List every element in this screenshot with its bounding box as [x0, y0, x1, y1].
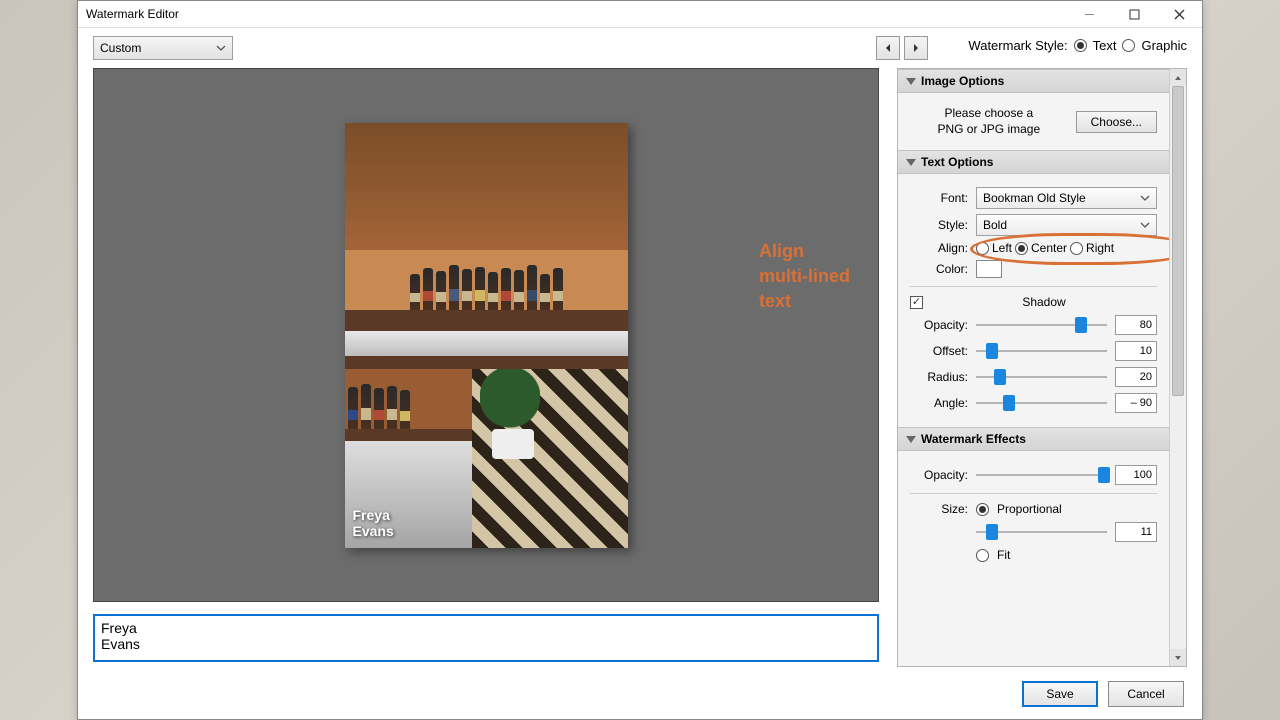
preset-dropdown[interactable]: Custom — [93, 36, 233, 60]
shadow-radius-slider[interactable] — [976, 369, 1107, 385]
size-proportional-label: Proportional — [997, 502, 1062, 516]
wm-opacity-value[interactable]: 100 — [1115, 465, 1157, 485]
size-proportional-radio[interactable] — [976, 503, 989, 516]
left-column: Freya Evans Align multi-lined text — [93, 68, 879, 667]
style-label: Style: — [910, 218, 968, 232]
panel-scrollbar[interactable] — [1169, 69, 1186, 666]
next-image-button[interactable] — [904, 36, 928, 60]
preview-canvas: Freya Evans Align multi-lined text — [93, 68, 879, 602]
dialog-footer: Save Cancel — [78, 671, 1202, 719]
minimize-button[interactable] — [1067, 1, 1112, 28]
size-fit-label: Fit — [997, 548, 1010, 562]
wm-size-value[interactable]: 11 — [1115, 522, 1157, 542]
shadow-opacity-slider[interactable] — [976, 317, 1107, 333]
shadow-radius-label: Radius: — [910, 370, 968, 384]
titlebar: Watermark Editor — [78, 1, 1202, 28]
watermark-style-text-radio[interactable] — [1074, 39, 1087, 52]
chevron-down-icon — [1140, 220, 1150, 230]
size-fit-radio[interactable] — [976, 549, 989, 562]
right-column: Image Options Please choose a PNG or JPG… — [897, 68, 1187, 667]
watermark-text-input[interactable] — [93, 614, 879, 662]
prev-image-button[interactable] — [876, 36, 900, 60]
chevron-down-icon — [1140, 193, 1150, 203]
content-area: Freya Evans Align multi-lined text — [78, 60, 1202, 671]
watermark-style-graphic-radio[interactable] — [1122, 39, 1135, 52]
shadow-angle-label: Angle: — [910, 396, 968, 410]
wm-size-label: Size: — [910, 502, 968, 516]
close-button[interactable] — [1157, 1, 1202, 28]
watermark-style-label: Watermark Style: — [968, 38, 1067, 53]
section-header-image-options[interactable]: Image Options — [898, 69, 1169, 93]
align-center-radio[interactable] — [1015, 242, 1028, 255]
disclosure-triangle-icon — [906, 436, 916, 443]
shadow-checkbox[interactable] — [910, 296, 923, 309]
align-left-radio[interactable] — [976, 242, 989, 255]
maximize-button[interactable] — [1112, 1, 1157, 28]
preview-photo: Freya Evans — [345, 123, 628, 548]
options-panel: Image Options Please choose a PNG or JPG… — [897, 68, 1187, 667]
preset-value: Custom — [100, 41, 141, 55]
shadow-offset-label: Offset: — [910, 344, 968, 358]
section-header-watermark-effects[interactable]: Watermark Effects — [898, 427, 1169, 451]
align-left-label: Left — [992, 241, 1012, 255]
wm-opacity-slider[interactable] — [976, 467, 1107, 483]
watermark-overlay-text: Freya Evans — [353, 507, 394, 539]
chevron-down-icon — [216, 43, 226, 53]
shadow-angle-value[interactable]: – 90 — [1115, 393, 1157, 413]
scroll-down-button[interactable] — [1170, 649, 1186, 666]
shadow-radius-value[interactable]: 20 — [1115, 367, 1157, 387]
scroll-up-button[interactable] — [1170, 69, 1186, 86]
scroll-thumb[interactable] — [1172, 86, 1184, 396]
font-style-dropdown[interactable]: Bold — [976, 214, 1157, 236]
options-panel-scroll: Image Options Please choose a PNG or JPG… — [898, 69, 1169, 666]
window-title: Watermark Editor — [86, 7, 1067, 21]
shadow-offset-slider[interactable] — [976, 343, 1107, 359]
shadow-angle-slider[interactable] — [976, 395, 1107, 411]
shadow-opacity-label: Opacity: — [910, 318, 968, 332]
cancel-button[interactable]: Cancel — [1108, 681, 1184, 707]
font-dropdown[interactable]: Bookman Old Style — [976, 187, 1157, 209]
save-button[interactable]: Save — [1022, 681, 1098, 707]
choose-image-button[interactable]: Choose... — [1076, 111, 1157, 133]
disclosure-triangle-icon — [906, 159, 916, 166]
align-right-label: Right — [1086, 241, 1114, 255]
section-header-text-options[interactable]: Text Options — [898, 150, 1169, 174]
top-toolbar: Custom Watermark Style: Text Graphic — [78, 28, 1202, 60]
align-right-radio[interactable] — [1070, 242, 1083, 255]
font-label: Font: — [910, 191, 968, 205]
watermark-style-text-label: Text — [1093, 38, 1117, 53]
shadow-label: Shadow — [931, 295, 1157, 309]
color-label: Color: — [910, 262, 968, 276]
disclosure-triangle-icon — [906, 78, 916, 85]
annotation-text: Align multi-lined text — [759, 239, 850, 315]
color-picker[interactable] — [976, 260, 1002, 278]
image-hint-line1: Please choose a — [910, 106, 1068, 122]
watermark-style-graphic-label: Graphic — [1141, 38, 1187, 53]
shadow-offset-value[interactable]: 10 — [1115, 341, 1157, 361]
align-label: Align: — [910, 241, 968, 255]
align-center-label: Center — [1031, 241, 1067, 255]
wm-size-slider[interactable] — [976, 524, 1107, 540]
wm-opacity-label: Opacity: — [910, 468, 968, 482]
shadow-opacity-value[interactable]: 80 — [1115, 315, 1157, 335]
image-hint-line2: PNG or JPG image — [910, 122, 1068, 138]
watermark-editor-window: Watermark Editor Custom Watermark Style:… — [77, 0, 1203, 720]
